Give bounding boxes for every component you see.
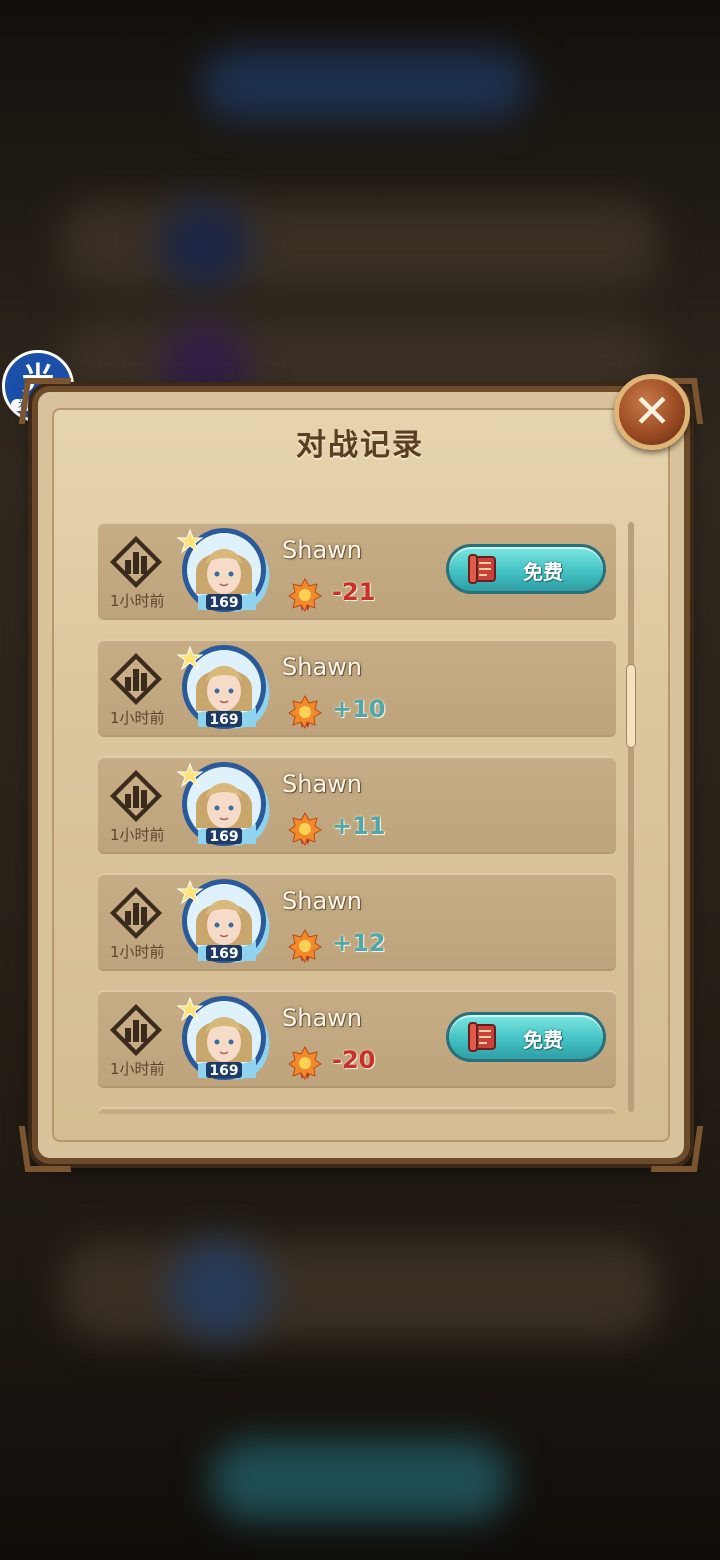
record-list[interactable]: 1小时前 169 Shawn -21 免费 1小时前 169 Shawn +10… bbox=[98, 522, 620, 1114]
battle-record-row[interactable]: 1小时前 169 Shawn -20 免费 bbox=[98, 990, 616, 1086]
opponent-avatar[interactable]: 169 bbox=[176, 641, 272, 733]
rank-medal-icon bbox=[288, 928, 322, 964]
score-change: -20 bbox=[332, 1046, 376, 1074]
rank-medal-icon bbox=[288, 1045, 322, 1081]
opponent-level: 169 bbox=[209, 712, 238, 728]
battle-stats-icon[interactable] bbox=[108, 1002, 164, 1058]
score-change: +11 bbox=[332, 812, 386, 840]
record-time: 1小时前 bbox=[110, 826, 165, 844]
battle-stats-icon[interactable] bbox=[108, 768, 164, 824]
free-button-label: 免费 bbox=[523, 1028, 563, 1052]
record-time: 1小时前 bbox=[110, 943, 165, 961]
frame-corner-ornament bbox=[18, 1126, 72, 1172]
opponent-name: Shawn bbox=[282, 536, 362, 564]
record-time: 1小时前 bbox=[110, 592, 165, 610]
free-revenge-button[interactable]: 免费 bbox=[446, 544, 606, 594]
record-time: 1小时前 bbox=[110, 709, 165, 727]
opponent-avatar[interactable]: 169 bbox=[176, 875, 272, 967]
battle-record-row[interactable]: 1小时前 169 Shawn -21 免费 bbox=[98, 522, 616, 618]
free-revenge-button[interactable]: 免费 bbox=[446, 1012, 606, 1062]
opponent-name: Shawn bbox=[282, 1004, 362, 1032]
scrollbar-track[interactable] bbox=[628, 522, 634, 1112]
opponent-name: Shawn bbox=[282, 770, 362, 798]
rank-medal-icon bbox=[288, 577, 322, 613]
rank-medal-icon bbox=[288, 694, 322, 730]
score-change: -21 bbox=[332, 578, 376, 606]
close-button[interactable]: ✕ bbox=[614, 374, 690, 450]
opponent-level: 169 bbox=[209, 1063, 238, 1079]
battle-stats-icon[interactable] bbox=[108, 885, 164, 941]
opponent-level: 169 bbox=[209, 946, 238, 962]
battle-stats-icon[interactable] bbox=[108, 534, 164, 590]
dialog-title: 对战记录 bbox=[296, 428, 424, 463]
free-button-label: 免费 bbox=[523, 560, 563, 584]
opponent-name: Shawn bbox=[282, 653, 362, 681]
close-x-icon: ✕ bbox=[632, 384, 672, 438]
scrollbar-thumb[interactable] bbox=[626, 664, 636, 748]
scroll-ticket-icon bbox=[465, 1019, 501, 1055]
scroll-ticket-icon bbox=[465, 551, 501, 587]
battle-record-row[interactable]: 1小时前 169 Shawn +12 bbox=[98, 873, 616, 969]
battle-record-row[interactable] bbox=[98, 1107, 616, 1114]
battle-stats-icon[interactable] bbox=[108, 651, 164, 707]
opponent-avatar[interactable]: 169 bbox=[176, 524, 272, 616]
opponent-avatar[interactable]: 169 bbox=[176, 758, 272, 850]
opponent-level: 169 bbox=[209, 595, 238, 611]
score-change: +12 bbox=[332, 929, 386, 957]
opponent-name: Shawn bbox=[282, 887, 362, 915]
battle-record-row[interactable]: 1小时前 169 Shawn +10 bbox=[98, 639, 616, 735]
battle-record-row[interactable]: 1小时前 169 Shawn +11 bbox=[98, 756, 616, 852]
score-change: +10 bbox=[332, 695, 386, 723]
frame-corner-ornament bbox=[650, 1126, 704, 1172]
frame-corner-ornament bbox=[18, 378, 72, 424]
opponent-avatar[interactable]: 169 bbox=[176, 992, 272, 1084]
record-time: 1小时前 bbox=[110, 1060, 165, 1078]
opponent-level: 169 bbox=[209, 829, 238, 845]
rank-medal-icon bbox=[288, 811, 322, 847]
